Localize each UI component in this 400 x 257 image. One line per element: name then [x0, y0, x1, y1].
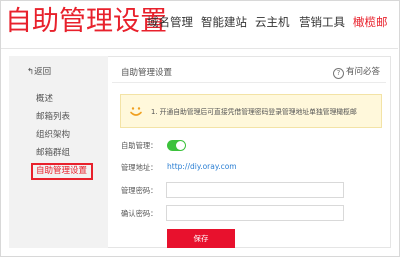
help-label: 有问必答	[346, 67, 381, 77]
password-input[interactable]	[166, 182, 344, 198]
confirm-password-input[interactable]	[166, 205, 344, 221]
content-divider	[112, 82, 386, 83]
help-link[interactable]: ? 有问必答	[333, 65, 380, 79]
sidebar-item-mailbox-list[interactable]: 邮箱列表	[36, 110, 70, 122]
nav-marketing[interactable]: 营销工具	[299, 14, 345, 30]
notice-text: 1. 开通自助管理后可直接凭借管理密码登录管理地址单独管理橄榄邮	[151, 108, 357, 116]
nav-domain[interactable]: 域名管理	[147, 14, 193, 30]
confirm-password-label: 确认密码：	[121, 209, 158, 218]
enable-label: 自助管理：	[121, 141, 158, 150]
address-label: 管理地址：	[121, 163, 158, 172]
smile-face-icon	[130, 107, 142, 116]
content-title: 自助管理设置	[121, 68, 173, 78]
back-label: 返回	[34, 67, 52, 77]
management-url-link[interactable]: http://diy.oray.com	[167, 162, 237, 171]
page-title: 自助管理设置	[5, 6, 167, 37]
question-circle-icon: ?	[333, 68, 344, 79]
sidebar-item-mail-groups[interactable]: 邮箱群组	[36, 146, 70, 158]
sidebar-item-self-service[interactable]: 自助管理设置	[31, 163, 93, 180]
sidebar-item-organization[interactable]: 组织架构	[36, 128, 70, 140]
nav-olive-mail[interactable]: 橄榄邮	[353, 14, 388, 30]
nav-cloud-host[interactable]: 云主机	[255, 14, 290, 30]
header-divider	[1, 48, 398, 49]
sidebar-item-overview[interactable]: 概述	[36, 92, 53, 104]
back-link[interactable]: ↰返回	[27, 65, 51, 77]
save-button[interactable]: 保存	[167, 229, 235, 248]
enable-toggle[interactable]	[167, 140, 186, 151]
password-label: 管理密码：	[121, 186, 158, 195]
nav-site-builder[interactable]: 智能建站	[201, 14, 247, 30]
notice-banner: 1. 开通自助管理后可直接凭借管理密码登录管理地址单独管理橄榄邮	[120, 94, 382, 128]
